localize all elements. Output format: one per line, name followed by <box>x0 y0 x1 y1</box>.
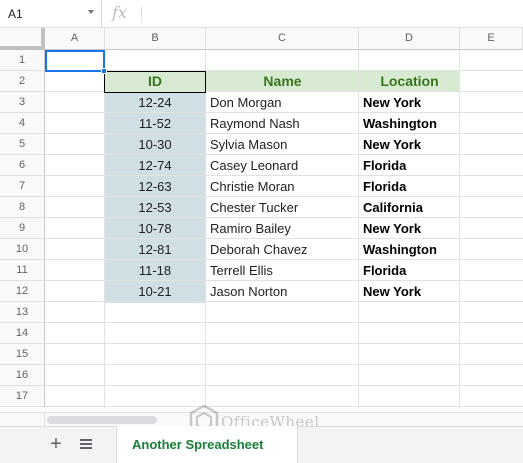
sheet-tab-label: Another Spreadsheet <box>132 437 264 452</box>
row-header-1[interactable]: 1 <box>0 50 45 71</box>
id-cell[interactable]: 12-53 <box>104 197 206 218</box>
row-header-7[interactable]: 7 <box>0 176 45 197</box>
row-header-5[interactable]: 5 <box>0 134 45 155</box>
column-header-a[interactable]: A <box>45 28 105 50</box>
name-cell[interactable]: Casey Leonard <box>206 155 359 176</box>
grid-line <box>45 343 523 344</box>
name-box[interactable]: A1 <box>0 0 102 28</box>
row-header-8[interactable]: 8 <box>0 197 45 218</box>
id-cell[interactable]: 12-74 <box>104 155 206 176</box>
column-header-d[interactable]: D <box>359 28 460 50</box>
id-cell[interactable]: 11-52 <box>104 113 206 134</box>
name-cell[interactable]: Sylvia Mason <box>206 134 359 155</box>
column-header-b[interactable]: B <box>105 28 206 50</box>
cell-reference: A1 <box>8 7 23 21</box>
active-cell-selection[interactable] <box>45 50 105 72</box>
location-cell[interactable]: New York <box>359 92 460 113</box>
name-cell[interactable]: Christie Moran <box>206 176 359 197</box>
column-header-e[interactable]: E <box>460 28 523 50</box>
location-cell[interactable]: New York <box>359 281 460 302</box>
location-cell[interactable]: Washington <box>359 239 460 260</box>
name-cell[interactable]: Deborah Chavez <box>206 239 359 260</box>
plus-icon[interactable]: + <box>48 434 64 454</box>
select-all-corner[interactable] <box>0 28 45 50</box>
grid-line <box>45 322 523 323</box>
location-cell[interactable]: Florida <box>359 155 460 176</box>
id-cell[interactable]: 10-21 <box>104 281 206 302</box>
name-cell[interactable]: Jason Norton <box>206 281 359 302</box>
row-header-11[interactable]: 11 <box>0 260 45 281</box>
grid-line <box>45 385 523 386</box>
name-cell[interactable]: Ramiro Bailey <box>206 218 359 239</box>
id-cell[interactable]: 12-24 <box>104 92 206 113</box>
row-header-4[interactable]: 4 <box>0 113 45 134</box>
location-cell[interactable]: Florida <box>359 176 460 197</box>
name-cell[interactable]: Don Morgan <box>206 92 359 113</box>
grid-line <box>45 364 523 365</box>
horizontal-scrollbar-thumb[interactable] <box>47 416 157 424</box>
formula-bar: A1 fx <box>0 0 523 28</box>
row-header-2[interactable]: 2 <box>0 71 45 92</box>
id-cell[interactable]: 10-30 <box>104 134 206 155</box>
location-cell[interactable]: New York <box>359 218 460 239</box>
row-header-3[interactable]: 3 <box>0 92 45 113</box>
chevron-down-icon[interactable] <box>88 10 94 14</box>
location-cell[interactable]: California <box>359 197 460 218</box>
id-cell[interactable]: 11-18 <box>104 260 206 281</box>
row-header-10[interactable]: 10 <box>0 239 45 260</box>
id-cell[interactable]: 12-63 <box>104 176 206 197</box>
location-cell[interactable]: Washington <box>359 113 460 134</box>
row-header-15[interactable]: 15 <box>0 344 45 365</box>
header-cell-id[interactable]: ID <box>104 71 206 92</box>
location-cell[interactable]: New York <box>359 134 460 155</box>
column-header-c[interactable]: C <box>206 28 359 50</box>
row-header-16[interactable]: 16 <box>0 365 45 386</box>
row-header-12[interactable]: 12 <box>0 281 45 302</box>
row-header-9[interactable]: 9 <box>0 218 45 239</box>
fill-handle[interactable] <box>101 68 107 74</box>
name-cell[interactable]: Raymond Nash <box>206 113 359 134</box>
name-cell[interactable]: Terrell Ellis <box>206 260 359 281</box>
id-cell[interactable]: 10-78 <box>104 218 206 239</box>
name-cell[interactable]: Chester Tucker <box>206 197 359 218</box>
header-cell-location[interactable]: Location <box>359 71 460 92</box>
formula-divider <box>141 6 142 22</box>
row-header-13[interactable]: 13 <box>0 302 45 323</box>
sheet-tab-active[interactable]: Another Spreadsheet <box>116 426 298 463</box>
fx-icon: fx <box>112 3 127 22</box>
header-cell-name[interactable]: Name <box>206 71 359 92</box>
location-cell[interactable]: Florida <box>359 260 460 281</box>
row-header-17[interactable]: 17 <box>0 386 45 407</box>
row-header-6[interactable]: 6 <box>0 155 45 176</box>
scrollbar-spacer <box>0 412 45 426</box>
row-header-14[interactable]: 14 <box>0 323 45 344</box>
id-cell[interactable]: 12-81 <box>104 239 206 260</box>
all-sheets-icon[interactable] <box>80 439 92 449</box>
